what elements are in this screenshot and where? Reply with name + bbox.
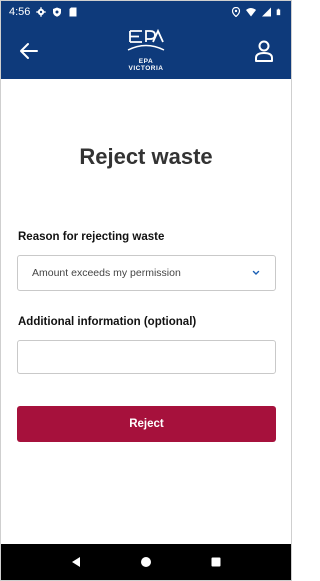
additional-info-input[interactable]	[17, 340, 276, 374]
chevron-down-icon	[252, 270, 260, 275]
logo-text-epa: EPA	[138, 58, 154, 65]
battery-icon	[276, 8, 281, 16]
reason-label: Reason for rejecting waste	[18, 231, 165, 243]
wifi-icon	[246, 8, 256, 17]
arrow-left-icon[interactable]	[17, 39, 41, 63]
logo-mark-icon	[127, 28, 165, 51]
back-triangle-icon[interactable]	[69, 555, 83, 569]
recents-square-icon[interactable]	[209, 555, 223, 569]
page-title: Reject waste	[79, 144, 213, 169]
shield-icon	[53, 7, 62, 17]
logo-text-victoria: VICTORIA	[128, 65, 164, 72]
status-bar: 4:56	[1, 1, 291, 23]
reason-select-value: Amount exceeds my permission	[32, 267, 181, 279]
user-icon[interactable]	[253, 39, 275, 63]
app-screen: 4:56 EPA VICTORIA Reject waste Reason fo…	[0, 0, 292, 581]
status-time: 4:56	[9, 6, 31, 18]
settings-icon	[36, 7, 47, 17]
system-nav-bar	[1, 544, 291, 580]
reason-select[interactable]: Amount exceeds my permission	[17, 255, 276, 291]
reject-button[interactable]: Reject	[17, 406, 276, 442]
location-icon	[231, 7, 241, 17]
epa-victoria-logo: EPA VICTORIA	[116, 28, 176, 73]
signal-icon	[262, 7, 271, 17]
sd-card-icon	[69, 7, 77, 17]
additional-info-label: Additional information (optional)	[18, 316, 197, 328]
app-header: EPA VICTORIA	[1, 23, 291, 79]
home-circle-icon[interactable]	[139, 555, 153, 569]
